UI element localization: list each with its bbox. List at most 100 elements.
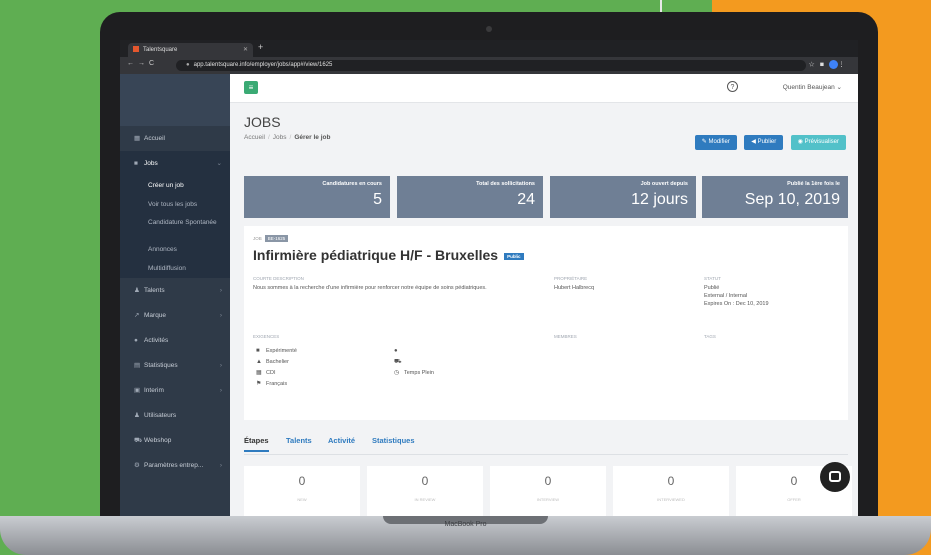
owner-heading: PROPRIÉTAIRE — [554, 276, 588, 281]
submenu-create-job[interactable]: Créer un job — [120, 176, 230, 195]
sidebar-item-marque[interactable]: ↗ Marque › — [120, 303, 230, 328]
owner-name[interactable]: Hubert Halbrecq — [554, 285, 594, 291]
back-icon[interactable]: ← — [127, 60, 138, 67]
publish-button[interactable]: ◀ Publier — [744, 135, 784, 150]
tab-etapes[interactable]: Étapes — [244, 436, 269, 452]
main-content: ≡ ? Quentin Beaujean ⌄ JOBS Accueil / Jobs… — [230, 74, 858, 516]
chevron-right-icon: › — [219, 362, 222, 369]
header-actions: ✎ Modifier ◀ Publier ◉ Prévisualiser — [692, 130, 846, 150]
requirement-text: Français — [266, 381, 288, 387]
help-icon[interactable]: ? — [727, 81, 738, 92]
breadcrumb-item[interactable]: Accueil — [244, 134, 265, 141]
status-line: Expires On : Dec 10, 2019 — [704, 301, 769, 307]
breadcrumb-item[interactable]: Jobs — [273, 134, 287, 141]
submenu-all-jobs[interactable]: Voir tous les jobs — [120, 195, 230, 214]
sidebar-item-webshop[interactable]: ⛟ Webshop — [120, 428, 230, 453]
menu-toggle-button[interactable]: ≡ — [244, 81, 258, 94]
counter-label: INTERVIEW — [536, 497, 560, 502]
sidebar-item-label: Webshop — [144, 437, 172, 444]
chat-bubble-icon — [829, 471, 841, 482]
user-group-icon: ♟ — [134, 412, 140, 419]
sidebar-item-statistiques[interactable]: ▤ Statistiques › — [120, 353, 230, 378]
job-title-text: Infirmière pédiatrique H/F - Bruxelles — [253, 247, 499, 263]
tab-talents[interactable]: Talents — [286, 436, 312, 445]
camera-icon — [486, 26, 492, 32]
stage-counter[interactable]: 0 INTERVIEWED — [613, 466, 729, 516]
sidebar-item-accueil[interactable]: ▦ Accueil — [120, 126, 230, 151]
stage-counter[interactable]: 0 IN REVIEW — [367, 466, 483, 516]
stat-value: Sep 10, 2019 — [744, 191, 840, 208]
submenu-multidiffusion[interactable]: Multidiffusion — [120, 259, 230, 278]
profile-icon[interactable] — [829, 60, 838, 69]
counter-label: IN REVIEW — [414, 497, 436, 502]
jobs-submenu: Créer un job Voir tous les jobs Candidat… — [120, 176, 230, 278]
tab-statistiques[interactable]: Statistiques — [372, 436, 415, 445]
sidebar-item-label: Interim — [144, 387, 164, 394]
new-tab-icon[interactable]: + — [258, 42, 263, 52]
requirement-item: ■ Expérimenté — [256, 346, 297, 357]
forward-icon[interactable]: → — [138, 60, 149, 67]
extension-icon[interactable]: ■ — [820, 61, 829, 68]
tab-row: Étapes Talents Activité Statistiques — [244, 428, 848, 455]
sidebar-item-parametres[interactable]: ⚙ Paramètres entrep... › — [120, 453, 230, 478]
submenu-annonces[interactable]: Annonces — [120, 240, 230, 259]
user-menu[interactable]: Quentin Beaujean ⌄ — [783, 83, 842, 91]
requirements-right: ● ⛟ ◷ Temps Plein — [394, 346, 434, 379]
cart-icon: ⛟ — [134, 437, 143, 444]
counter-label: NEW — [297, 497, 307, 502]
preview-button[interactable]: ◉ Prévisualiser — [790, 135, 846, 150]
chevron-right-icon: › — [219, 387, 222, 394]
status-line: External / Internal — [704, 293, 748, 299]
browser-tab[interactable]: Talentsquare ✕ — [128, 43, 253, 57]
chat-widget-button[interactable] — [820, 462, 850, 492]
users-icon: ♟ — [134, 287, 140, 294]
sidebar-item-activites[interactable]: ● Activités — [120, 328, 230, 353]
counter-value: 0 — [667, 474, 675, 488]
stat-card: Publié la 1ère fois le Sep 10, 2019 — [702, 176, 848, 218]
job-tag-value: BE-1625 — [264, 235, 289, 242]
globe-icon: ● — [394, 348, 398, 354]
stat-value: 12 jours — [631, 191, 688, 208]
stat-label: Total des sollicitations — [476, 181, 535, 187]
counter-value: 0 — [544, 474, 552, 488]
sidebar: ▦ Accueil ■ Jobs ⌄ Créer un job Voir tous l… — [120, 74, 230, 516]
car-icon: ⛟ — [394, 359, 402, 365]
sidebar-item-jobs[interactable]: ■ Jobs ⌄ — [120, 151, 230, 176]
close-icon[interactable]: ✕ — [243, 43, 248, 57]
sidebar-item-utilisateurs[interactable]: ♟ Utilisateurs — [120, 403, 230, 428]
requirement-text: CDI — [266, 370, 276, 376]
sidebar-item-label: Statistiques — [144, 362, 178, 369]
stat-card: Candidatures en cours 5 — [244, 176, 390, 218]
kebab-menu-icon[interactable]: ⋮ — [838, 61, 850, 68]
stat-label: Candidatures en cours — [322, 181, 382, 187]
reload-icon[interactable]: C — [149, 60, 158, 67]
address-bar[interactable]: ● app.talentsquare.info/employer/jobs/app… — [176, 60, 806, 71]
requirement-item: ◷ Temps Plein — [394, 368, 434, 379]
owner-section: PROPRIÉTAIRE Hubert Halbrecq — [554, 276, 594, 291]
requirement-item: ● — [394, 346, 434, 357]
stat-label: Publié la 1ère fois le — [787, 181, 840, 187]
requirements-heading-wrap: EXIGENCES — [253, 334, 279, 343]
requirements-left: ■ Expérimenté ▲ Bachelier ▦ CDI ⚑ Français — [256, 346, 297, 390]
stage-counter[interactable]: 0 NEW — [244, 466, 360, 516]
description-text: Nous sommes à la recherche d'une infirmi… — [253, 285, 487, 291]
requirement-item: ▦ CDI — [256, 368, 297, 379]
modify-button[interactable]: ✎ Modifier — [694, 135, 737, 150]
sidebar-item-talents[interactable]: ♟ Talents › — [120, 278, 230, 303]
stat-label: Job ouvert depuis — [640, 181, 688, 187]
counter-value: 0 — [790, 474, 798, 488]
star-icon[interactable]: ☆ — [808, 61, 819, 68]
tab-activite[interactable]: Activité — [328, 436, 355, 445]
grid-icon: ▦ — [134, 135, 141, 142]
browser-toolbar: ←→C ● app.talentsquare.info/employer/jobs… — [120, 57, 858, 74]
requirement-item: ⛟ — [394, 357, 434, 368]
submenu-spontaneous[interactable]: Candidature Spontanée — [120, 214, 230, 240]
stage-counter[interactable]: 0 INTERVIEW — [490, 466, 606, 516]
publish-label: Publier — [757, 139, 777, 145]
sidebar-item-label: Talents — [144, 287, 165, 294]
counter-label: INTERVIEWED — [657, 497, 685, 502]
sidebar-item-interim[interactable]: ▣ Interim › — [120, 378, 230, 403]
members-heading: MEMBRES — [554, 334, 577, 339]
sidebar-item-label: Paramètres entrep... — [144, 462, 204, 469]
browser-extensions: ☆■ ⋮ — [808, 60, 850, 69]
